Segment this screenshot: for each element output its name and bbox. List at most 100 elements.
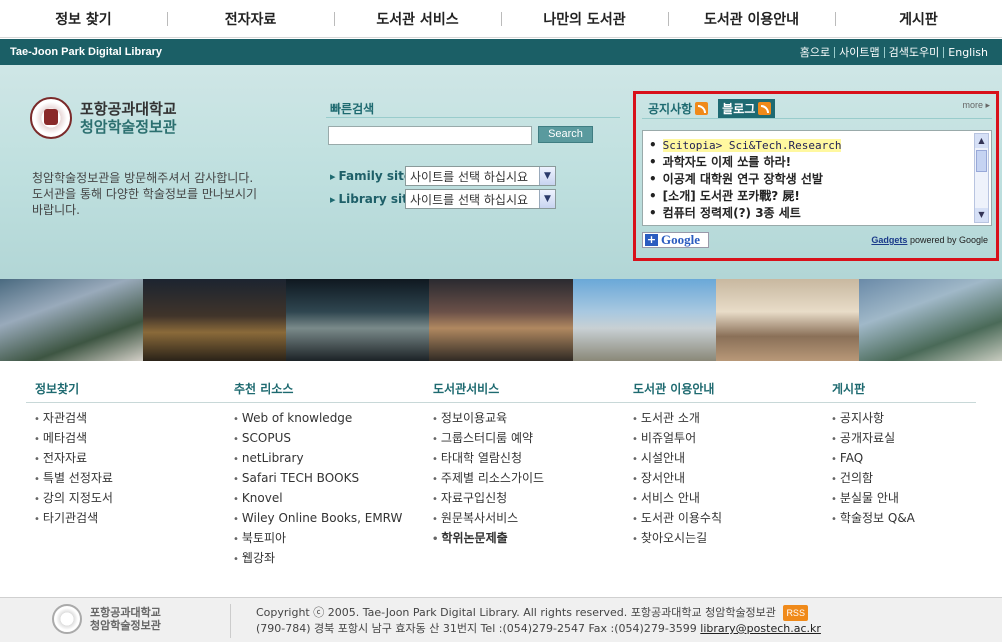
divider <box>230 604 231 638</box>
link-item[interactable]: 강의 지정도서 <box>34 489 226 509</box>
link-item[interactable]: 그룹스터디룸 예약 <box>432 429 624 449</box>
link-item[interactable]: SCOPUS <box>233 429 425 449</box>
family-site-selected: 사이트를 선택 하십시요 <box>410 169 529 184</box>
link-item[interactable]: Web of knowledge <box>233 409 425 429</box>
link-item[interactable]: 학술정보 Q&A <box>831 509 1002 529</box>
campus-photo <box>715 279 859 361</box>
link-item[interactable]: 타대학 열람신청 <box>432 449 624 469</box>
feed-item[interactable]: 과학자도 이제 쏘를 하라! <box>649 154 991 171</box>
column-library-services: 도서관서비스 정보이용교육 그룹스터디룸 예약 타대학 열람신청 주제별 리소스… <box>424 380 624 549</box>
nav-my-library[interactable]: 나만의 도서관 <box>501 0 668 37</box>
link-item[interactable]: 자료구입신청 <box>432 489 624 509</box>
tab-notices[interactable]: 공지사항 <box>646 99 710 118</box>
english-link[interactable]: English <box>943 46 992 58</box>
link-item[interactable]: 주제별 리소스가이드 <box>432 469 624 489</box>
scrollbar-thumb[interactable] <box>976 150 987 172</box>
link-item[interactable]: 원문복사서비스 <box>432 509 624 529</box>
library-site-selected: 사이트를 선택 하십시요 <box>410 192 529 207</box>
column-board: 게시판 공지사항 공개자료실 FAQ 건의함 분실물 안내 학술정보 Q&A <box>823 380 1002 529</box>
link-item[interactable]: 분실물 안내 <box>831 489 1002 509</box>
search-button[interactable]: Search <box>538 126 593 143</box>
link-item[interactable]: 건의함 <box>831 469 1002 489</box>
site-brand: Tae-Joon Park Digital Library <box>10 46 163 58</box>
welcome-line: 바랍니다. <box>32 203 80 217</box>
feed-scrollbar[interactable]: ▲ ▼ <box>974 133 989 223</box>
powered-by: Gadgets powered by Google <box>871 235 988 245</box>
add-to-google-button[interactable]: + Google <box>642 232 709 248</box>
column-title: 게시판 <box>832 382 866 396</box>
welcome-line: 도서관을 통해 다양한 학술정보를 만나보시기 <box>32 187 258 201</box>
nav-library-services[interactable]: 도서관 서비스 <box>334 0 501 37</box>
feed-item[interactable]: 컴퓨터 정력제(?) 3종 세트 <box>649 205 991 222</box>
plus-icon: + <box>645 233 658 246</box>
library-site-select[interactable]: 사이트를 선택 하십시요 ▼ <box>405 189 556 209</box>
logo-library-name: 청암학술정보관 <box>80 118 177 136</box>
rss-icon[interactable]: RSS <box>783 605 808 621</box>
family-site-select[interactable]: 사이트를 선택 하십시요 ▼ <box>405 166 556 186</box>
nav-e-resources[interactable]: 전자자료 <box>167 0 334 37</box>
rss-icon[interactable] <box>758 102 772 115</box>
library-site-row: Library site 사이트를 선택 하십시요 ▼ <box>330 189 556 209</box>
link-item[interactable]: Knovel <box>233 489 425 509</box>
library-logo[interactable]: 포항공과대학교 청암학술정보관 <box>30 97 177 139</box>
link-item[interactable]: 자관검색 <box>34 409 226 429</box>
link-item[interactable]: 서비스 안내 <box>632 489 824 509</box>
campus-photo-strip <box>0 279 1002 361</box>
link-item[interactable]: 학위논문제출 <box>432 529 624 549</box>
sitemap-link[interactable]: 사이트맵 <box>834 46 883 58</box>
rss-icon[interactable] <box>695 102 709 115</box>
link-item[interactable]: netLibrary <box>233 449 425 469</box>
link-item[interactable]: 타기관검색 <box>34 509 226 529</box>
search-help-link[interactable]: 검색도우미 <box>883 46 944 58</box>
tab-blog[interactable]: 블로그 <box>718 99 776 118</box>
scroll-up-icon[interactable]: ▲ <box>975 134 988 148</box>
link-item[interactable]: 장서안내 <box>632 469 824 489</box>
quick-links-section: 정보찾기 자관검색 메타검색 전자자료 특별 선정자료 강의 지정도서 타기관검… <box>26 380 976 565</box>
link-item[interactable]: 비쥬얼투어 <box>632 429 824 449</box>
quick-search-input[interactable] <box>328 126 532 145</box>
link-item[interactable]: Safari TECH BOOKS <box>233 469 425 489</box>
link-item[interactable]: FAQ <box>831 449 1002 469</box>
feed-item[interactable]: Scitopia> Sci&Tech.Research <box>649 137 991 154</box>
hero-section: 포항공과대학교 청암학술정보관 청암학술정보관을 방문해주셔서 감사합니다. 도… <box>0 65 1002 279</box>
feed-item[interactable]: [소개] 도서관 포카戰? 屍! <box>649 188 991 205</box>
family-site-row: Family site 사이트를 선택 하십시요 ▼ <box>330 166 556 186</box>
link-item[interactable]: 정보이용교육 <box>432 409 624 429</box>
nav-library-guide[interactable]: 도서관 이용안내 <box>668 0 835 37</box>
campus-photo <box>572 279 716 361</box>
column-title: 추천 리소스 <box>234 382 294 396</box>
link-item[interactable]: Wiley Online Books, EMRW <box>233 509 425 529</box>
column-title: 도서관서비스 <box>433 382 500 396</box>
link-item[interactable]: 도서관 소개 <box>632 409 824 429</box>
email-link[interactable]: library@postech.ac.kr <box>700 622 821 635</box>
column-title: 도서관 이용안내 <box>633 382 715 396</box>
link-item[interactable]: 찾아오시는길 <box>632 529 824 549</box>
link-item[interactable]: 메타검색 <box>34 429 226 449</box>
link-item[interactable]: 공지사항 <box>831 409 1002 429</box>
link-item[interactable]: 전자자료 <box>34 449 226 469</box>
link-item[interactable]: 도서관 이용수칙 <box>632 509 824 529</box>
more-link[interactable]: more ▸ <box>962 100 990 111</box>
gadget-tabs: 공지사항 블로그 <box>646 99 776 118</box>
home-link[interactable]: 홈으로 <box>796 47 834 58</box>
header-bar: Tae-Joon Park Digital Library 홈으로 사이트맵 검… <box>0 39 1002 65</box>
link-item[interactable]: 시설안내 <box>632 449 824 469</box>
chevron-down-icon[interactable]: ▼ <box>539 190 555 208</box>
nav-board[interactable]: 게시판 <box>835 0 1002 37</box>
feed-item[interactable]: 이공계 대학원 연구 장학생 선발 <box>649 171 991 188</box>
welcome-line: 청암학술정보관을 방문해주셔서 감사합니다. <box>32 171 254 185</box>
chevron-down-icon[interactable]: ▼ <box>539 167 555 185</box>
scroll-down-icon[interactable]: ▼ <box>975 208 988 222</box>
link-item[interactable]: 북토피아 <box>233 529 425 549</box>
welcome-message: 청암학술정보관을 방문해주셔서 감사합니다. 도서관을 통해 다양한 학술정보를… <box>32 170 292 218</box>
nav-info-search[interactable]: 정보 찾기 <box>0 0 167 37</box>
link-item[interactable]: 웹강좌 <box>233 549 425 569</box>
address-text: (790-784) 경북 포항시 남구 효자동 산 31번지 Tel :(054… <box>256 622 697 635</box>
copyright-text: Copyright ⓒ 2005. Tae-Joon Park Digital … <box>256 606 776 619</box>
powered-by-text: powered by Google <box>909 235 988 245</box>
gadgets-link[interactable]: Gadgets <box>871 235 907 245</box>
link-item[interactable]: 공개자료실 <box>831 429 1002 449</box>
top-navigation: 정보 찾기 전자자료 도서관 서비스 나만의 도서관 도서관 이용안내 게시판 <box>0 0 1002 38</box>
column-recommended-resources: 추천 리소스 Web of knowledge SCOPUS netLibrar… <box>225 380 425 569</box>
link-item[interactable]: 특별 선정자료 <box>34 469 226 489</box>
